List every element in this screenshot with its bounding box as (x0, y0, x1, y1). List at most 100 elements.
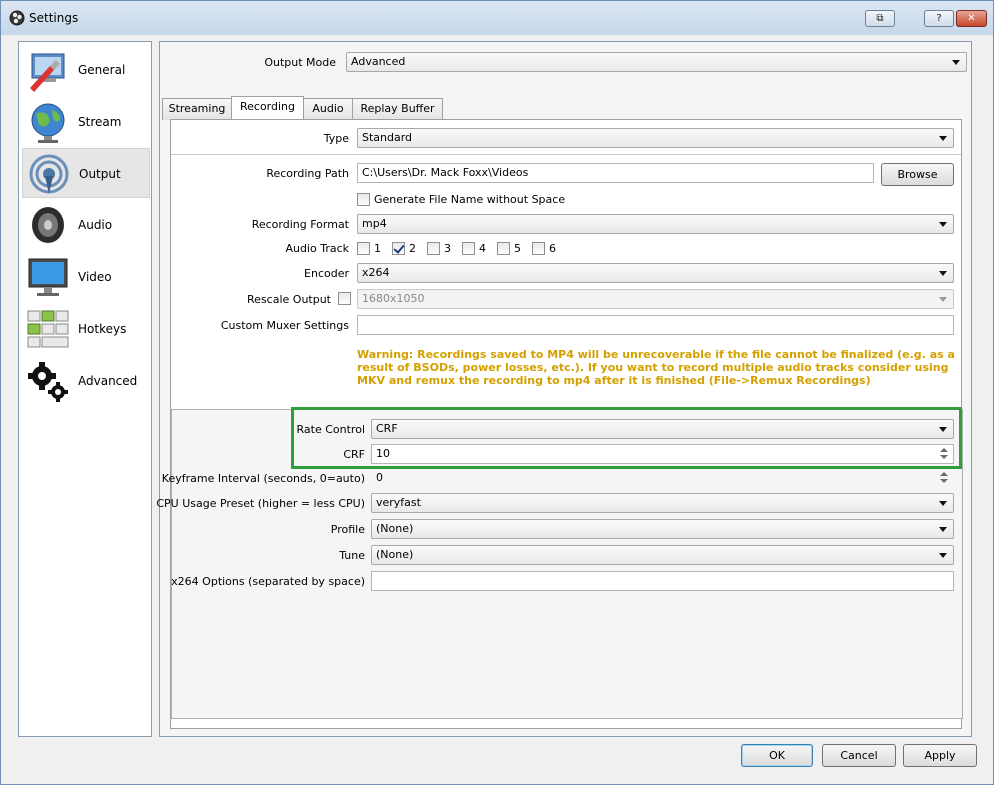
rescale-resolution-value: 1680x1050 (362, 292, 425, 305)
audio-track-4-checkbox[interactable] (462, 242, 475, 255)
profile-value: (None) (376, 522, 414, 535)
sidebar-item-label: Video (78, 270, 112, 284)
crf-spinbox[interactable]: 10 (371, 444, 954, 464)
recording-type-value: Standard (362, 131, 413, 144)
audio-track-1-label: 1 (374, 242, 381, 255)
tab-label: Replay Buffer (360, 102, 435, 115)
tab-label: Recording (239, 100, 296, 113)
output-mode-value: Advanced (351, 55, 406, 68)
cancel-label: Cancel (840, 749, 878, 762)
audio-track-2-label: 2 (409, 242, 416, 255)
encoder-label: Encoder (304, 267, 349, 280)
recording-format-label: Recording Format (251, 218, 349, 231)
cpu-preset-select[interactable]: veryfast (371, 493, 954, 513)
output-broadcast-icon (29, 154, 69, 194)
divider (171, 154, 961, 155)
rescale-output-checkbox[interactable] (338, 292, 351, 305)
tab-label: Streaming (168, 102, 226, 115)
generate-filename-label: Generate File Name without Space (374, 193, 566, 206)
browse-label: Browse (897, 168, 938, 181)
keyframe-interval-spinbox[interactable]: 0 (371, 468, 954, 488)
tab-streaming[interactable]: Streaming (162, 98, 232, 120)
crf-label: CRF (343, 448, 365, 461)
rate-control-value: CRF (376, 422, 398, 435)
audio-track-4-label: 4 (479, 242, 486, 255)
monitor-icon (28, 258, 68, 296)
rate-control-label: Rate Control (296, 423, 365, 436)
tune-label: Tune (339, 549, 365, 562)
ok-button[interactable]: OK (741, 744, 813, 767)
apply-button[interactable]: Apply (903, 744, 977, 767)
tab-replay-buffer[interactable]: Replay Buffer (352, 98, 443, 120)
tab-recording[interactable]: Recording (231, 96, 304, 120)
encoder-value: x264 (362, 266, 390, 279)
stream-globe-icon (31, 103, 65, 143)
audio-track-label: Audio Track (285, 242, 349, 255)
generate-filename-checkbox[interactable] (357, 193, 370, 206)
general-icon (30, 53, 65, 92)
cpu-preset-label: CPU Usage Preset (higher = less CPU) (156, 497, 365, 510)
recording-path-input[interactable]: C:\Users\Dr. Mack Foxx\Videos (357, 163, 874, 183)
audio-track-3-checkbox[interactable] (427, 242, 440, 255)
keyframe-interval-value: 0 (376, 471, 383, 484)
crf-stepper[interactable] (937, 446, 951, 462)
crf-value: 10 (376, 447, 390, 460)
audio-track-2-checkbox[interactable] (392, 242, 405, 255)
encoder-settings-box: Rate Control CRF CRF 10 Keyframe Interva… (156, 409, 963, 719)
sidebar-item-advanced[interactable]: Advanced (22, 356, 150, 406)
sidebar-item-general[interactable]: General (22, 45, 150, 95)
sidebar-item-output[interactable]: Output (22, 148, 150, 198)
cancel-button[interactable]: Cancel (822, 744, 896, 767)
recording-format-value: mp4 (362, 217, 387, 230)
sidebar-item-hotkeys[interactable]: Hotkeys (22, 304, 150, 354)
audio-track-5-label: 5 (514, 242, 521, 255)
recording-path-label: Recording Path (266, 167, 349, 180)
obs-logo-icon (9, 10, 25, 26)
speaker-icon (32, 207, 64, 243)
mp4-warning-text: Warning: Recordings saved to MP4 will be… (357, 348, 955, 387)
recording-tab-pane: Type Standard Recording Path C:\Users\Dr… (156, 119, 963, 729)
audio-track-6-checkbox[interactable] (532, 242, 545, 255)
tune-select[interactable]: (None) (371, 545, 954, 565)
custom-muxer-input[interactable] (357, 315, 954, 335)
rescale-resolution-select[interactable]: 1680x1050 (357, 289, 954, 309)
window-title: Settings (29, 11, 79, 25)
sidebar-item-stream[interactable]: Stream (22, 97, 150, 147)
profile-select[interactable]: (None) (371, 519, 954, 539)
tab-audio[interactable]: Audio (303, 98, 353, 120)
recording-type-select[interactable]: Standard (357, 128, 954, 148)
sidebar-item-video[interactable]: Video (22, 252, 150, 302)
browse-button[interactable]: Browse (881, 163, 954, 186)
help-button[interactable]: ? (924, 10, 954, 27)
restore-button[interactable]: ⧉ (865, 10, 895, 27)
keyframe-stepper[interactable] (937, 470, 951, 486)
settings-window: Settings ⧉ ? ✕ General Stream Output Aud… (0, 0, 994, 785)
sidebar-item-label: Hotkeys (78, 322, 127, 336)
help-icon: ? (936, 13, 942, 24)
apply-label: Apply (924, 749, 956, 762)
audio-track-3-label: 3 (444, 242, 451, 255)
gears-icon (28, 362, 68, 402)
audio-track-6-label: 6 (549, 242, 556, 255)
close-button[interactable]: ✕ (956, 10, 987, 27)
keyboard-icon (27, 310, 69, 348)
audio-track-5-checkbox[interactable] (497, 242, 510, 255)
x264-options-input[interactable] (371, 571, 954, 591)
output-mode-select[interactable]: Advanced (346, 52, 967, 72)
title-bar: Settings ⧉ ? ✕ (1, 1, 993, 35)
output-settings-panel: Output Mode Advanced Streaming Recording… (156, 41, 972, 737)
sidebar-item-label: General (78, 63, 126, 77)
output-mode-label: Output Mode (264, 56, 336, 69)
recording-format-select[interactable]: mp4 (357, 214, 954, 234)
profile-label: Profile (330, 523, 365, 536)
cpu-preset-value: veryfast (376, 496, 421, 509)
sidebar-item-audio[interactable]: Audio (22, 200, 150, 250)
tune-value: (None) (376, 548, 414, 561)
encoder-select[interactable]: x264 (357, 263, 954, 283)
audio-track-1-checkbox[interactable] (357, 242, 370, 255)
sidebar-item-label: Output (79, 167, 121, 181)
sidebar-item-label: Stream (78, 115, 122, 129)
sidebar-item-label: Advanced (78, 374, 138, 388)
keyframe-interval-label: Keyframe Interval (seconds, 0=auto) (161, 472, 365, 485)
rate-control-select[interactable]: CRF (371, 419, 954, 439)
